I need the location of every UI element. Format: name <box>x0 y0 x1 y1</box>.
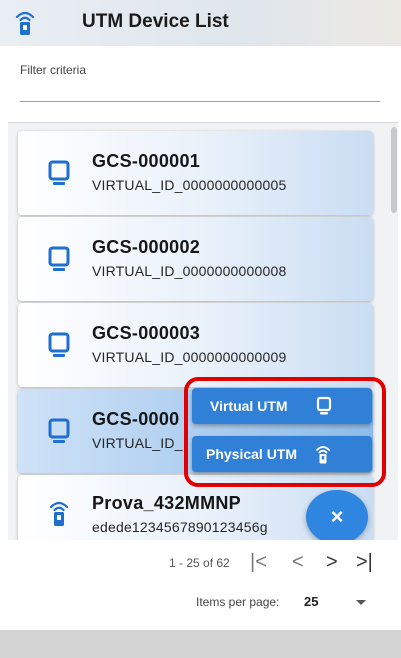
device-name: GCS-000001 <box>92 151 201 171</box>
close-icon: × <box>330 504 344 529</box>
previous-page-button[interactable]: < <box>292 550 304 574</box>
physical-device-icon <box>49 501 69 526</box>
device-id: edede1234567890123456g <box>92 519 268 535</box>
items-per-page-select[interactable]: 25 <box>304 594 318 609</box>
paginator: 1 - 25 of 62 |< < > >| Items per page: 2… <box>0 540 401 630</box>
next-page-button[interactable]: > <box>326 550 338 574</box>
device-id: VIRTUAL_ID_0000000000009 <box>92 349 287 365</box>
app-header: UTM Device List <box>0 0 401 46</box>
virtual-device-icon <box>48 332 70 357</box>
device-name: Prova_432MMNP <box>92 493 241 513</box>
page-title: UTM Device List <box>82 11 229 32</box>
device-id: VIRTUAL_ID_ <box>92 435 183 451</box>
virtual-device-icon <box>48 246 70 271</box>
virtual-device-icon <box>48 418 70 443</box>
bottom-bar <box>0 630 401 658</box>
close-fab-button[interactable]: × <box>306 490 368 544</box>
list-scrollbar[interactable] <box>391 127 397 213</box>
virtual-device-icon <box>48 160 70 185</box>
items-per-page-label: Items per page: <box>196 595 280 609</box>
device-card[interactable]: GCS-000002 VIRTUAL_ID_0000000000008 <box>18 217 373 301</box>
annotation-highlight <box>184 377 386 487</box>
device-card[interactable]: GCS-000003 VIRTUAL_ID_0000000000009 <box>18 303 373 387</box>
last-page-button[interactable]: >| <box>356 550 373 574</box>
filter-label: Filter criteria <box>20 63 87 77</box>
first-page-button[interactable]: |< <box>250 550 267 574</box>
device-id: VIRTUAL_ID_0000000000005 <box>92 177 287 193</box>
page-range: 1 - 25 of 62 <box>169 556 230 570</box>
device-name: GCS-000003 <box>92 323 201 343</box>
physical-utm-icon <box>15 11 35 35</box>
device-name: GCS-0000 <box>92 409 180 429</box>
device-id: VIRTUAL_ID_0000000000008 <box>92 263 287 279</box>
filter-input[interactable] <box>20 80 380 102</box>
device-card[interactable]: GCS-000001 VIRTUAL_ID_0000000000005 <box>18 131 373 215</box>
chevron-down-icon[interactable] <box>356 600 366 605</box>
device-name: GCS-000002 <box>92 237 201 257</box>
